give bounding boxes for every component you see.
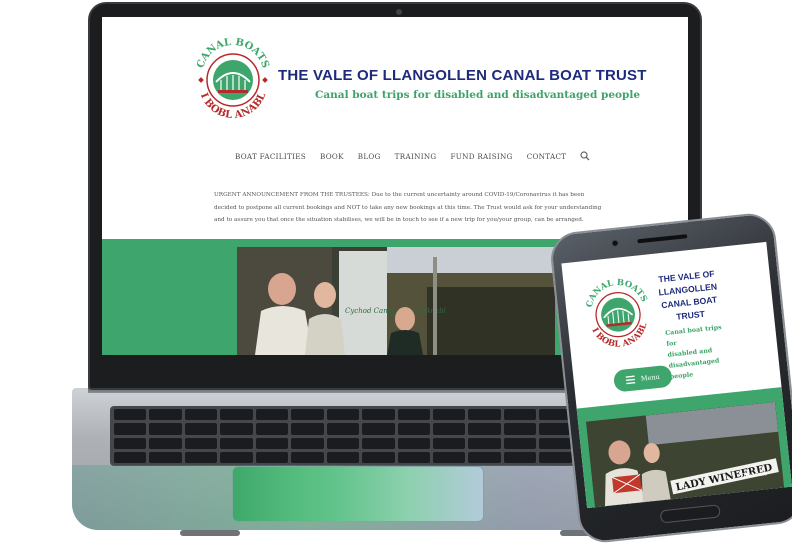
keyboard-key[interactable] [291,451,324,463]
keyboard-key[interactable] [397,451,430,463]
keyboard-key[interactable] [149,409,182,421]
keyboard-key[interactable] [255,423,289,435]
keyboard-key[interactable] [503,451,537,463]
keyboard-key[interactable] [184,409,218,421]
nav-item-fund-raising[interactable]: FUND RAISING [450,152,512,161]
keyboard-key[interactable] [184,451,218,463]
keyboard-key[interactable] [184,423,218,435]
keyboard-key[interactable] [432,409,466,421]
urgent-announcement: URGENT ANNOUNCEMENT FROM THE TRUSTEES: D… [214,192,602,223]
keyboard-key[interactable] [149,437,182,449]
keyboard-key[interactable] [503,409,537,421]
mobile-site-title[interactable]: THE VALE OF LLANGOLLEN CANAL BOAT TRUST [651,267,726,326]
canal-boats-logo[interactable]: CANAL BOATS I BOBL ANABL [194,30,272,128]
keyboard-key[interactable] [326,409,360,421]
keyboard-key[interactable] [291,437,324,449]
nav-item-blog[interactable]: BLOG [358,152,381,161]
phone-screen: CANAL BOATS I BOBL ANABL THE VALE OF LLA… [561,241,792,509]
hero-photo: Cychod Camlas I Bobl Anabl [237,247,555,355]
keyboard-key[interactable] [362,437,395,449]
keyboard-key[interactable] [255,409,289,421]
keyboard-key[interactable] [468,437,501,449]
keyboard-key[interactable] [468,409,501,421]
nav-item-training[interactable]: TRAINING [395,152,437,161]
keyboard-key[interactable] [326,451,360,463]
keyboard-key[interactable] [326,423,360,435]
keyboard-key[interactable] [220,423,253,435]
keyboard-key[interactable] [326,437,360,449]
keyboard-key[interactable] [220,409,253,421]
search-icon[interactable] [580,151,590,161]
keyboard-key[interactable] [114,437,147,449]
keyboard-key[interactable] [468,423,501,435]
nav-item-contact[interactable]: CONTACT [527,152,567,161]
keyboard-key[interactable] [539,451,572,463]
keyboard-key[interactable] [149,451,182,463]
keyboard-key[interactable] [255,437,289,449]
nav-item-boat-facilities[interactable]: BOAT FACILITIES [235,152,306,161]
keyboard-key[interactable] [291,409,324,421]
photo-sign-text: Cychod Camlas I Bobl Anabl [345,307,446,315]
laptop-trackpad[interactable] [232,466,484,522]
menu-button-label: Menu [640,372,661,383]
keyboard-key[interactable] [432,437,466,449]
main-navigation: BOAT FACILITIES BOOK BLOG TRAINING FUND … [235,151,590,161]
keyboard-key[interactable] [539,437,572,449]
keyboard-key[interactable] [362,451,395,463]
keyboard-key[interactable] [114,451,147,463]
keyboard-key[interactable] [362,409,395,421]
site-header: CANAL BOATS I BOBL ANABL THE VALE OF LLA… [102,17,688,132]
keyboard-key[interactable] [255,451,289,463]
device-mockup-scene: CANAL BOATS I BOBL ANABL THE VALE OF LLA… [0,0,792,543]
keyboard-key[interactable] [432,451,466,463]
webcam [396,9,402,15]
keyboard-key[interactable] [397,437,430,449]
keyboard-key[interactable] [220,451,253,463]
keyboard-key[interactable] [397,423,430,435]
mobile-canal-boats-logo[interactable]: CANAL BOATS I BOBL ANABL [581,269,655,359]
keyboard-key[interactable] [539,423,572,435]
site-tagline: Canal boat trips for disabled and disadv… [315,89,641,101]
keyboard-key[interactable] [184,437,218,449]
keyboard-key[interactable] [397,409,430,421]
nav-item-book[interactable]: BOOK [320,152,344,161]
keyboard-key[interactable] [468,451,501,463]
keyboard-key[interactable] [291,423,324,435]
smartphone: CANAL BOATS I BOBL ANABL THE VALE OF LLA… [548,211,792,543]
keyboard-key[interactable] [114,409,147,421]
keyboard-key[interactable] [220,437,253,449]
keyboard-key[interactable] [503,437,537,449]
keyboard-key[interactable] [149,423,182,435]
keyboard-key[interactable] [503,423,537,435]
keyboard-key[interactable] [114,423,147,435]
laptop-foot [180,530,240,536]
mobile-tagline: Canal boat trips for disabled and disadv… [665,322,732,383]
keyboard-key[interactable] [362,423,395,435]
hamburger-icon [625,375,636,385]
mobile-menu-button[interactable]: Menu [612,364,673,393]
keyboard-key[interactable] [432,423,466,435]
site-title[interactable]: THE VALE OF LLANGOLLEN CANAL BOAT TRUST [278,67,647,84]
